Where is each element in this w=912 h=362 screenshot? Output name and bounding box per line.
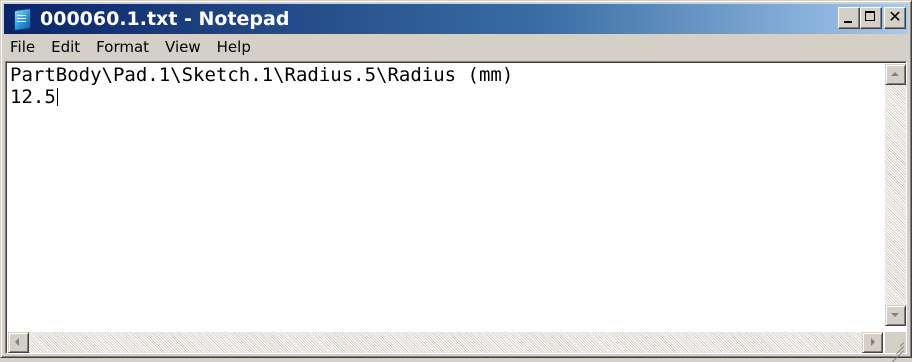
arrow-down-icon	[891, 313, 899, 317]
editor-line-2-text: 12.5	[10, 86, 56, 108]
editor-line-2: 12.5	[8, 86, 883, 108]
caption-buttons: ✕	[838, 7, 906, 29]
minimize-icon	[844, 21, 852, 23]
arrow-left-icon	[15, 338, 19, 346]
menu-view[interactable]: View	[157, 36, 209, 58]
menu-edit[interactable]: Edit	[43, 36, 88, 58]
scroll-up-button[interactable]	[885, 64, 906, 85]
maximize-icon	[865, 11, 875, 21]
notepad-window: 000060.1.txt - Notepad ✕ File Edit Forma…	[0, 0, 912, 362]
size-grip[interactable]	[885, 332, 906, 362]
menu-format[interactable]: Format	[88, 36, 157, 58]
menu-file[interactable]: File	[4, 36, 43, 58]
title-bar[interactable]: 000060.1.txt - Notepad ✕	[4, 4, 908, 34]
menu-bar: File Edit Format View Help	[4, 35, 908, 59]
minimize-button[interactable]	[838, 7, 860, 29]
editor-line-1-text: PartBody\Pad.1\Sketch.1\Radius.5\Radius …	[10, 64, 514, 86]
text-editor[interactable]: PartBody\Pad.1\Sketch.1\Radius.5\Radius …	[8, 64, 883, 326]
editor-frame: PartBody\Pad.1\Sketch.1\Radius.5\Radius …	[5, 61, 907, 362]
menu-help[interactable]: Help	[209, 36, 259, 58]
scroll-right-button[interactable]	[862, 332, 883, 353]
editor-line-1: PartBody\Pad.1\Sketch.1\Radius.5\Radius …	[8, 64, 883, 86]
window-title: 000060.1.txt - Notepad	[40, 8, 290, 30]
scroll-left-button[interactable]	[8, 332, 29, 353]
scroll-down-button[interactable]	[885, 305, 906, 326]
arrow-up-icon	[891, 72, 899, 76]
vertical-scrollbar[interactable]	[885, 64, 906, 326]
horizontal-scrollbar[interactable]	[8, 332, 883, 353]
close-icon: ✕	[888, 7, 902, 26]
maximize-button[interactable]	[860, 7, 882, 29]
notepad-icon[interactable]	[12, 7, 32, 32]
arrow-right-icon	[871, 338, 875, 346]
text-caret	[56, 88, 58, 106]
close-button[interactable]: ✕	[884, 7, 906, 29]
